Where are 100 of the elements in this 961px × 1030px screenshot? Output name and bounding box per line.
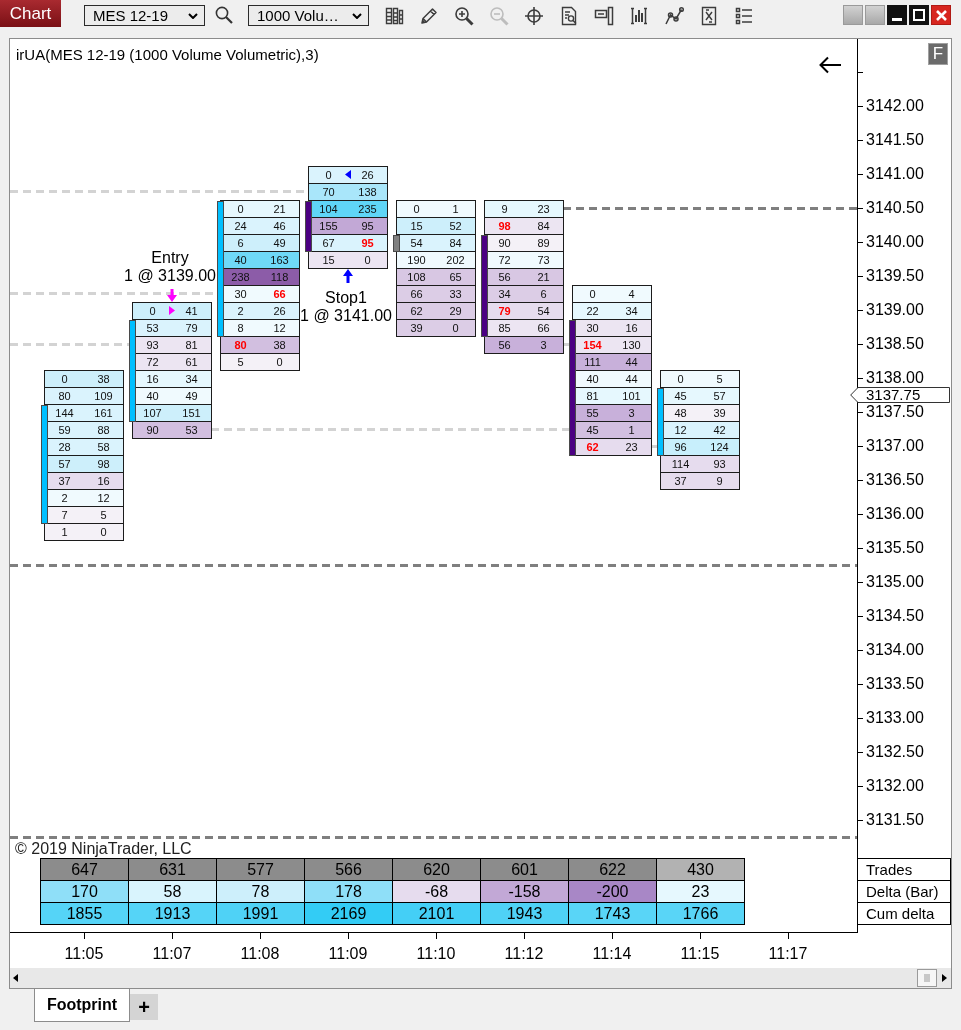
ask-volume: 49 (185, 389, 198, 403)
scroll-left-icon[interactable] (13, 974, 18, 982)
price-label: 3139.50 (866, 268, 924, 284)
crosshair-icon[interactable] (524, 6, 544, 26)
bid-volume: 57 (58, 457, 71, 471)
ask-volume: 29 (449, 304, 462, 318)
instrument-dropdown[interactable]: MES 12-19 (84, 5, 205, 26)
price-label: 3135.00 (866, 574, 924, 590)
time-label: 11:17 (768, 945, 808, 963)
zoom-in-icon[interactable] (454, 6, 474, 26)
bid-volume: 144 (55, 406, 74, 420)
ask-volume: 21 (273, 202, 286, 216)
bid-volume: 154 (583, 338, 602, 352)
ask-volume: 54 (537, 304, 550, 318)
interval-dropdown[interactable]: 1000 Volu… (248, 5, 369, 26)
bid-volume: 114 (671, 457, 690, 471)
scrollbar-thumb[interactable] (917, 969, 937, 987)
order-label: Entry (151, 249, 189, 266)
ask-volume: 44 (625, 355, 638, 369)
bid-volume: 67 (322, 236, 335, 250)
summary-cell: 566 (305, 859, 393, 881)
summary-cell: 170 (41, 881, 129, 903)
close-button[interactable] (931, 5, 951, 25)
bid-volume: 55 (586, 406, 599, 420)
price-label: 3141.00 (866, 166, 924, 182)
ask-volume: 34 (625, 304, 638, 318)
maximize-button[interactable] (909, 5, 929, 25)
tab[interactable]: Footprint (34, 989, 130, 1022)
summary-cell: 601 (481, 859, 569, 881)
price-label: 3133.00 (866, 710, 924, 726)
ask-volume: 1 (628, 423, 635, 437)
left-arrow-icon[interactable] (818, 56, 842, 74)
bid-volume: 90 (498, 236, 511, 250)
summary-cell: 1855 (41, 903, 129, 925)
bid-volume: 238 (231, 270, 250, 284)
ask-volume: 118 (270, 270, 289, 284)
document-search-icon[interactable] (559, 6, 579, 26)
price-label: 3141.50 (866, 132, 924, 148)
chart-title: irUA(MES 12-19 (1000 Volume Volumetric),3) (16, 46, 319, 63)
bid-volume: 81 (586, 389, 599, 403)
bid-volume: 107 (143, 406, 162, 420)
bid-volume: 80 (58, 389, 71, 403)
caret-icon (188, 12, 198, 19)
ask-volume: 26 (361, 168, 374, 182)
summary-cell: 430 (657, 859, 745, 881)
price-label: 3131.50 (866, 812, 924, 828)
price-label: 3136.50 (866, 472, 924, 488)
data-columns-icon[interactable] (384, 6, 404, 26)
bid-volume: 40 (586, 372, 599, 386)
bid-volume: 12 (674, 423, 687, 437)
bid-volume: 28 (58, 440, 71, 454)
bid-volume: 108 (407, 270, 426, 284)
bid-volume: 22 (586, 304, 599, 318)
ask-volume: 88 (97, 423, 110, 437)
ask-volume: 53 (185, 423, 198, 437)
price-label: 3133.50 (866, 676, 924, 692)
price-label: 3140.00 (866, 234, 924, 250)
summary-cell: 178 (305, 881, 393, 903)
price-label: 3132.50 (866, 744, 924, 760)
ask-volume: 3 (628, 406, 635, 420)
ask-volume: 89 (537, 236, 550, 250)
document-icon[interactable] (699, 6, 719, 26)
list-icon[interactable] (734, 6, 754, 26)
bid-volume: 37 (58, 474, 71, 488)
search-icon[interactable] (215, 6, 233, 24)
caret-icon (352, 12, 362, 19)
ask-volume: 12 (97, 491, 110, 505)
bid-volume: 72 (498, 253, 511, 267)
ask-volume: 23 (625, 440, 638, 454)
ask-volume: 138 (358, 185, 377, 199)
bid-volume: 2 (237, 304, 244, 318)
add-tab-button[interactable]: + (130, 994, 158, 1020)
ask-volume: 9 (716, 474, 723, 488)
bid-volume: 34 (498, 287, 511, 301)
line-chart-icon[interactable] (664, 6, 684, 26)
ask-volume: 0 (452, 321, 459, 335)
ask-volume: 52 (449, 219, 462, 233)
ask-volume: 163 (270, 253, 289, 267)
summary-cell: -200 (569, 881, 657, 903)
price-label: 3134.50 (866, 608, 924, 624)
bid-volume: 0 (61, 372, 68, 386)
summary-cell: 23 (657, 881, 745, 903)
ask-volume: 58 (97, 440, 110, 454)
ask-volume: 39 (713, 406, 726, 420)
ask-volume: 46 (273, 219, 286, 233)
bid-volume: 111 (584, 355, 601, 369)
ask-volume: 38 (97, 372, 110, 386)
ask-volume: 44 (625, 372, 638, 386)
ask-volume: 130 (622, 338, 641, 352)
scroll-right-icon[interactable] (942, 974, 947, 982)
panel-icon[interactable] (594, 6, 614, 26)
bid-volume: 30 (586, 321, 599, 335)
pencil-icon[interactable] (419, 6, 439, 26)
f-button[interactable]: F (928, 43, 948, 65)
bid-volume: 0 (237, 202, 244, 216)
time-label: 11:08 (240, 945, 280, 963)
minimize-button[interactable] (887, 5, 907, 25)
summary-cell: 2169 (305, 903, 393, 925)
bid-volume: 56 (498, 270, 511, 284)
bar-chart-icon[interactable] (629, 6, 649, 26)
